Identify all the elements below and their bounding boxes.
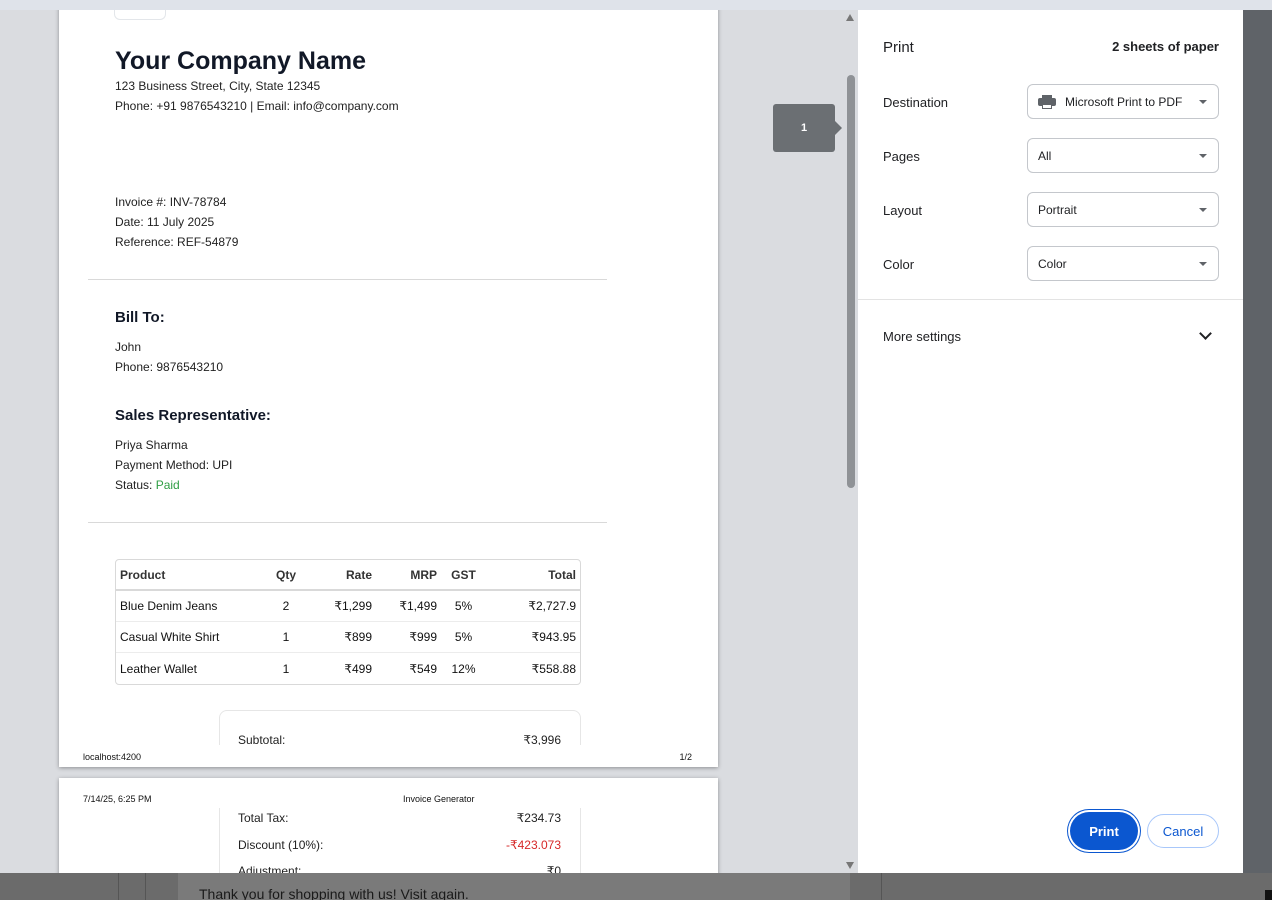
sales-rep-heading: Sales Representative: [115, 407, 271, 424]
layout-value: Portrait [1038, 202, 1077, 217]
table-cell: 1 [266, 622, 306, 653]
status-label: Status: [115, 478, 156, 492]
chevron-down-icon[interactable] [1199, 327, 1212, 340]
page-footer-number: 1/2 [679, 752, 692, 762]
table-cell: 2 [266, 591, 306, 622]
color-label: Color [883, 257, 915, 272]
discount-label: Discount (10%): [238, 838, 324, 852]
print-preview-area[interactable]: Your Company Name 123 Business Street, C… [0, 10, 858, 873]
column-header: GST [441, 560, 486, 591]
table-cell: ₹499 [344, 661, 372, 676]
items-table: Product Qty Rate MRP GST Total Blue Deni… [115, 559, 581, 685]
background-divider [118, 873, 119, 900]
scroll-up-arrow-icon[interactable] [846, 14, 854, 21]
invoice-reference: Reference: REF-54879 [115, 235, 239, 249]
table-cell: ₹549 [409, 661, 437, 676]
destination-label: Destination [883, 95, 949, 110]
scroll-down-arrow-icon[interactable] [846, 862, 854, 869]
background-corner [1265, 890, 1272, 900]
payment-method: Payment Method: UPI [115, 458, 233, 472]
column-header: Qty [266, 560, 306, 591]
table-row: Blue Denim Jeans 2 ₹1,299 ₹1,499 5% ₹2,7… [116, 591, 580, 622]
column-header: Total [486, 560, 580, 591]
pages-label: Pages [883, 149, 920, 164]
adjustment-label: Adjustment: [238, 864, 302, 873]
page-footer-url: localhost:4200 [83, 752, 142, 762]
bill-to-heading: Bill To: [115, 309, 165, 326]
customer-name: John [115, 340, 142, 354]
page-footer-band [59, 745, 718, 767]
page-number-badge: 1 [773, 104, 842, 152]
preview-page-2: 7/14/25, 6:25 PM Invoice Generator Total… [59, 778, 718, 873]
background-divider [881, 873, 882, 900]
table-row: Casual White Shirt 1 ₹899 ₹999 5% ₹943.9… [116, 622, 580, 653]
table-row: Leather Wallet 1 ₹499 ₹549 12% ₹558.88 [116, 653, 580, 684]
discount-value: -₹423.073 [505, 838, 561, 852]
invoice-date: Date: 11 July 2025 [115, 215, 215, 229]
company-contact: Phone: +91 9876543210 | Email: info@comp… [115, 99, 399, 113]
table-cell: Leather Wallet [120, 661, 197, 676]
payment-status: Status: Paid [115, 478, 180, 492]
table-cell: 1 [282, 661, 290, 676]
scrollbar-thumb[interactable] [847, 75, 855, 488]
background-top-bar [0, 0, 1272, 10]
table-cell: Blue Denim Jeans [116, 591, 266, 622]
page-header-title: Invoice Generator [403, 794, 475, 804]
print-settings-panel: Print 2 sheets of paper Destination Micr… [858, 10, 1243, 873]
destination-value: Microsoft Print to PDF [1065, 94, 1183, 109]
table-cell: Casual White Shirt [116, 622, 266, 653]
table-cell: 5% [441, 591, 486, 622]
sales-rep-name: Priya Sharma [115, 438, 188, 452]
dropdown-caret-icon [1199, 100, 1207, 104]
column-header: Product [116, 560, 266, 591]
destination-select[interactable]: Microsoft Print to PDF [1027, 84, 1219, 119]
more-settings-toggle[interactable]: More settings [883, 329, 961, 344]
table-cell: ₹2,727.9 [486, 591, 580, 622]
total-tax-label: Total Tax: [238, 811, 289, 825]
invoice-number: Invoice #: INV-78784 [115, 195, 227, 209]
adjustment-value: ₹0 [546, 864, 561, 873]
table-cell: ₹999 [376, 622, 441, 653]
section-divider [88, 279, 607, 280]
sheet-count: 2 sheets of paper [1112, 39, 1219, 54]
cancel-button[interactable]: Cancel [1147, 814, 1219, 848]
table-cell: 12% [451, 661, 476, 676]
table-cell: ₹899 [306, 622, 376, 653]
color-select[interactable]: Color [1027, 246, 1219, 281]
company-logo-placeholder [114, 10, 166, 20]
background-divider [145, 873, 146, 900]
status-badge: Paid [155, 478, 180, 492]
table-cell: ₹1,299 [306, 591, 376, 622]
pages-select[interactable]: All [1027, 138, 1219, 173]
background-footer-text: Thank you for shopping with us! Visit ag… [199, 886, 469, 900]
table-header-row: Product Qty Rate MRP GST Total [116, 560, 580, 591]
color-value: Color [1038, 256, 1067, 271]
section-divider [88, 522, 607, 523]
total-tax-value: ₹234.73 [516, 811, 561, 825]
table-cell: ₹558.88 [531, 661, 576, 676]
dropdown-caret-icon [1199, 208, 1207, 212]
layout-select[interactable]: Portrait [1027, 192, 1219, 227]
layout-label: Layout [883, 203, 923, 218]
preview-page-1: Your Company Name 123 Business Street, C… [59, 10, 718, 767]
print-button[interactable]: Print [1070, 812, 1138, 850]
panel-title: Print [883, 39, 914, 56]
company-address: 123 Business Street, City, State 12345 [115, 79, 321, 93]
printer-icon [1038, 94, 1056, 109]
page-header-datetime: 7/14/25, 6:25 PM [83, 794, 152, 804]
table-cell: ₹1,499 [376, 591, 441, 622]
column-header: MRP [376, 560, 441, 591]
panel-divider [858, 299, 1243, 300]
pages-value: All [1038, 148, 1052, 163]
dropdown-caret-icon [1199, 262, 1207, 266]
company-name: Your Company Name [115, 47, 366, 75]
table-cell: 5% [441, 622, 486, 653]
column-header: Rate [306, 560, 376, 591]
table-cell: ₹943.95 [486, 622, 580, 653]
customer-phone: Phone: 9876543210 [115, 360, 224, 374]
dropdown-caret-icon [1199, 154, 1207, 158]
